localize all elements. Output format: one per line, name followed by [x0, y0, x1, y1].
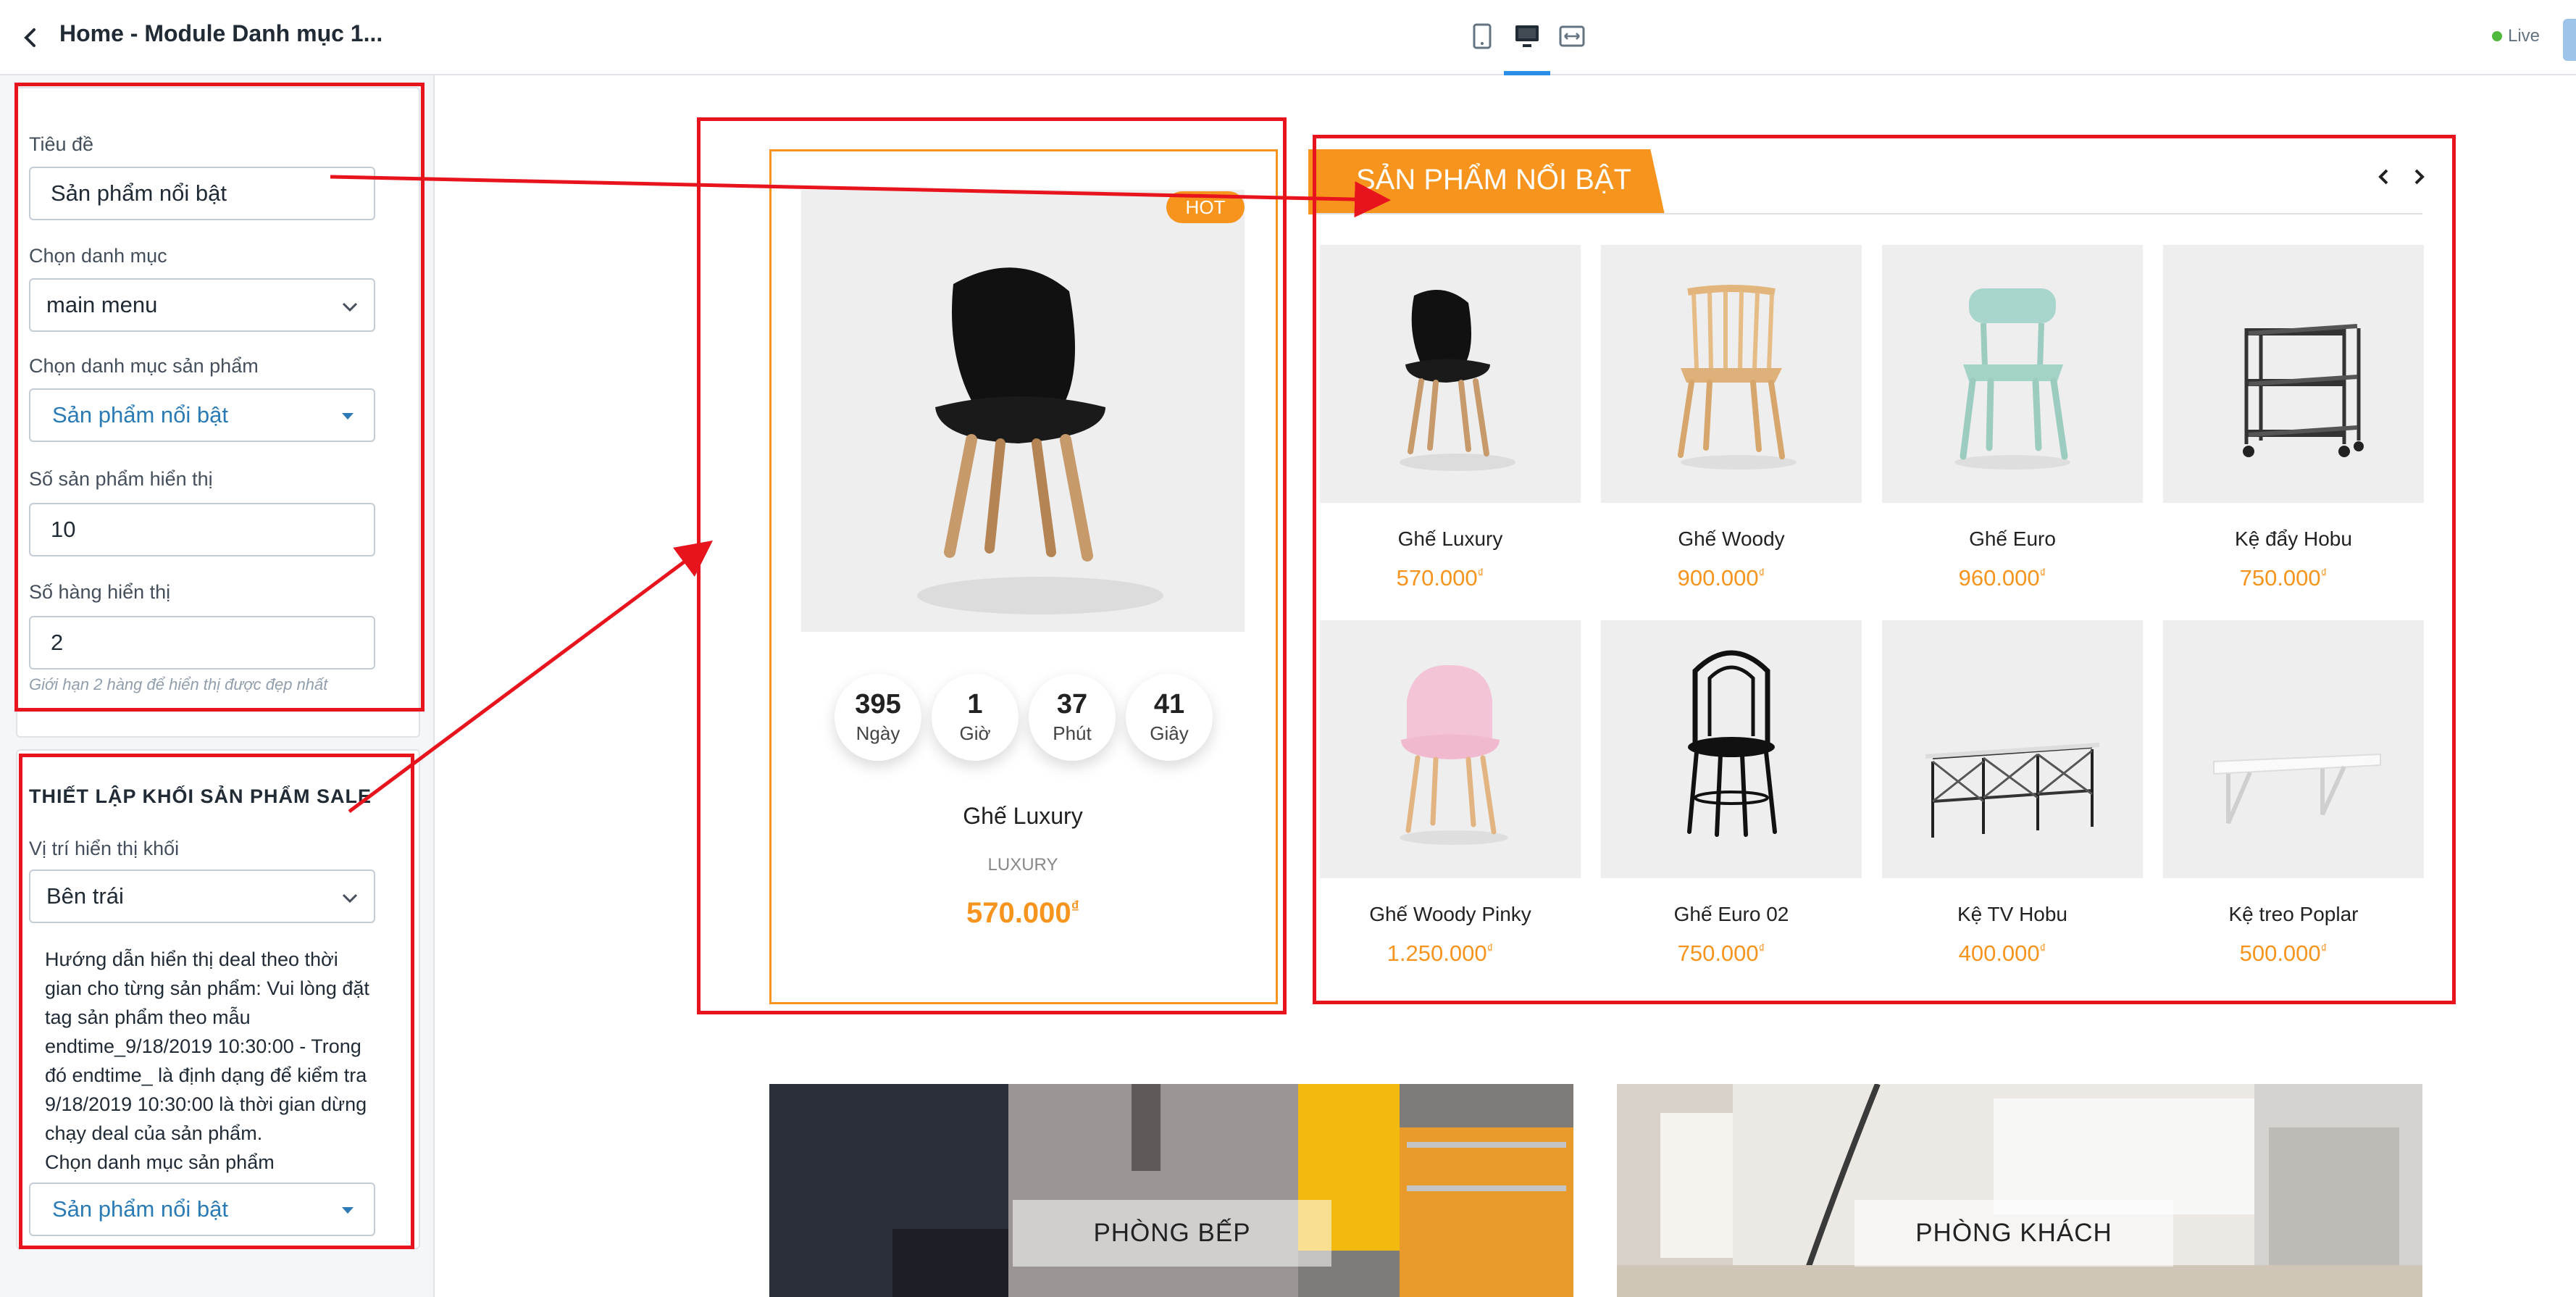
chevron-left-icon: [24, 28, 35, 47]
sidebar-header: Home - Module Danh mục 1...: [0, 0, 435, 75]
preview-toolbar: [435, 0, 2576, 75]
status-dot: [2492, 31, 2502, 41]
annotation-box-settings: [14, 83, 425, 712]
annotation-box-featured-section: [1313, 135, 2456, 1004]
publish-button[interactable]: [2563, 19, 2576, 61]
desktop-icon: [1515, 25, 1539, 47]
module-title: Home - Module Danh mục 1...: [59, 20, 383, 46]
annotation-box-sale-settings: [19, 754, 414, 1249]
mobile-view-button[interactable]: [1468, 22, 1497, 51]
live-status: Live: [2492, 26, 2540, 46]
active-device-indicator: [1504, 71, 1550, 75]
back-button[interactable]: [16, 23, 45, 52]
fullwidth-view-button[interactable]: [1557, 22, 1586, 51]
kitchen-banner-label[interactable]: PHÒNG BẾP: [1013, 1200, 1331, 1267]
live-label: Live: [2508, 26, 2541, 46]
desktop-view-button[interactable]: [1513, 22, 1542, 51]
mobile-icon: [1473, 23, 1492, 49]
annotation-box-deal-card: [697, 117, 1287, 1014]
fullwidth-icon: [1559, 25, 1585, 47]
living-room-banner-label[interactable]: PHÒNG KHÁCH: [1854, 1200, 2173, 1267]
